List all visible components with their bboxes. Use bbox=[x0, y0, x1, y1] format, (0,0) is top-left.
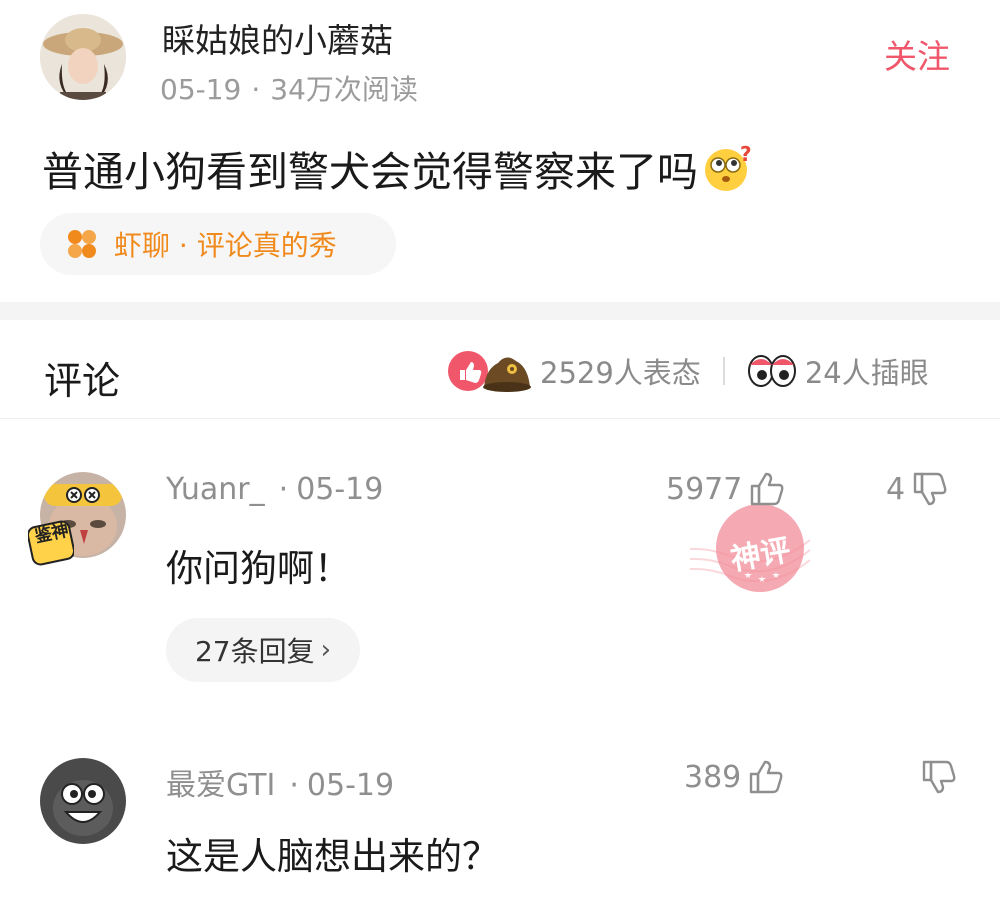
eyes-icon bbox=[747, 355, 796, 387]
like-button[interactable]: 5977 bbox=[666, 470, 786, 508]
thumbs-up-icon bbox=[750, 760, 783, 794]
post-date: 05-19 bbox=[160, 73, 242, 106]
comment-date: 05-19 bbox=[296, 472, 384, 507]
thumbs-down-icon bbox=[922, 760, 956, 794]
dislike-button[interactable]: 4 bbox=[886, 470, 949, 508]
peek-count: 24人插眼 bbox=[804, 356, 929, 390]
author-avatar[interactable] bbox=[40, 14, 126, 100]
author-name[interactable]: 睬姑娘的小蘑菇 bbox=[162, 14, 393, 62]
comment-avatar-image bbox=[40, 758, 126, 844]
comment-username[interactable]: Yuanr_ bbox=[166, 472, 265, 507]
comment-text: 你问狗啊！ bbox=[166, 547, 351, 590]
dislike-button[interactable] bbox=[914, 758, 958, 796]
meta-dot: · bbox=[289, 768, 299, 803]
post-reads: 34万次阅读 bbox=[270, 73, 418, 106]
follow-button[interactable]: 关注 bbox=[884, 30, 950, 78]
comments-title: 评论 bbox=[44, 359, 121, 403]
meta-dot: · bbox=[251, 73, 261, 106]
like-count: 5977 bbox=[666, 471, 743, 507]
comment-text: 这是人脑想出来的？ bbox=[166, 835, 499, 878]
thumbs-up-icon bbox=[751, 472, 784, 506]
chevron-right-icon: › bbox=[320, 635, 332, 665]
svg-text:?: ? bbox=[740, 143, 752, 166]
post-text: 普通小狗看到警犬会觉得警察来了吗 ? bbox=[42, 138, 752, 198]
reaction-separator bbox=[722, 357, 725, 385]
meta-dot: · bbox=[278, 472, 289, 507]
hot-comment-stamp: 神评 bbox=[649, 490, 830, 610]
topic-label: 虾聊 · 评论真的秀 bbox=[114, 229, 337, 262]
rolling-eyes-emoji-icon: ? bbox=[705, 143, 752, 191]
topic-pill[interactable]: 虾聊 · 评论真的秀 bbox=[40, 213, 396, 275]
thumbs-down-icon bbox=[913, 472, 947, 506]
identify-badge: 鉴神 bbox=[26, 520, 76, 566]
hat-icon bbox=[483, 357, 531, 392]
header-divider bbox=[0, 418, 1000, 419]
section-divider bbox=[0, 302, 1000, 320]
comment-avatar[interactable] bbox=[40, 758, 126, 844]
comment-date: 05-19 bbox=[306, 768, 395, 803]
comment-meta: Yuanr_ · 05-19 bbox=[166, 472, 383, 507]
reaction-summary[interactable]: 2529人表态 24人插眼 bbox=[446, 346, 929, 396]
replies-label: 27条回复 bbox=[194, 635, 315, 668]
post-meta: 05-19 · 34万次阅读 bbox=[160, 68, 418, 108]
reaction-count: 2529人表态 bbox=[540, 356, 701, 390]
topic-grid-icon bbox=[68, 230, 96, 258]
post-body: 普通小狗看到警犬会觉得警察来了吗 bbox=[42, 148, 698, 196]
like-count: 389 bbox=[684, 759, 742, 795]
view-replies-button[interactable]: 27条回复 › bbox=[166, 618, 360, 682]
like-button[interactable]: 389 bbox=[684, 758, 785, 796]
comment-username[interactable]: 最爱GTI bbox=[166, 768, 275, 803]
comment-meta: 最爱GTI · 05-19 bbox=[166, 760, 394, 804]
dislike-count: 4 bbox=[886, 471, 906, 507]
author-avatar-image bbox=[40, 14, 126, 100]
